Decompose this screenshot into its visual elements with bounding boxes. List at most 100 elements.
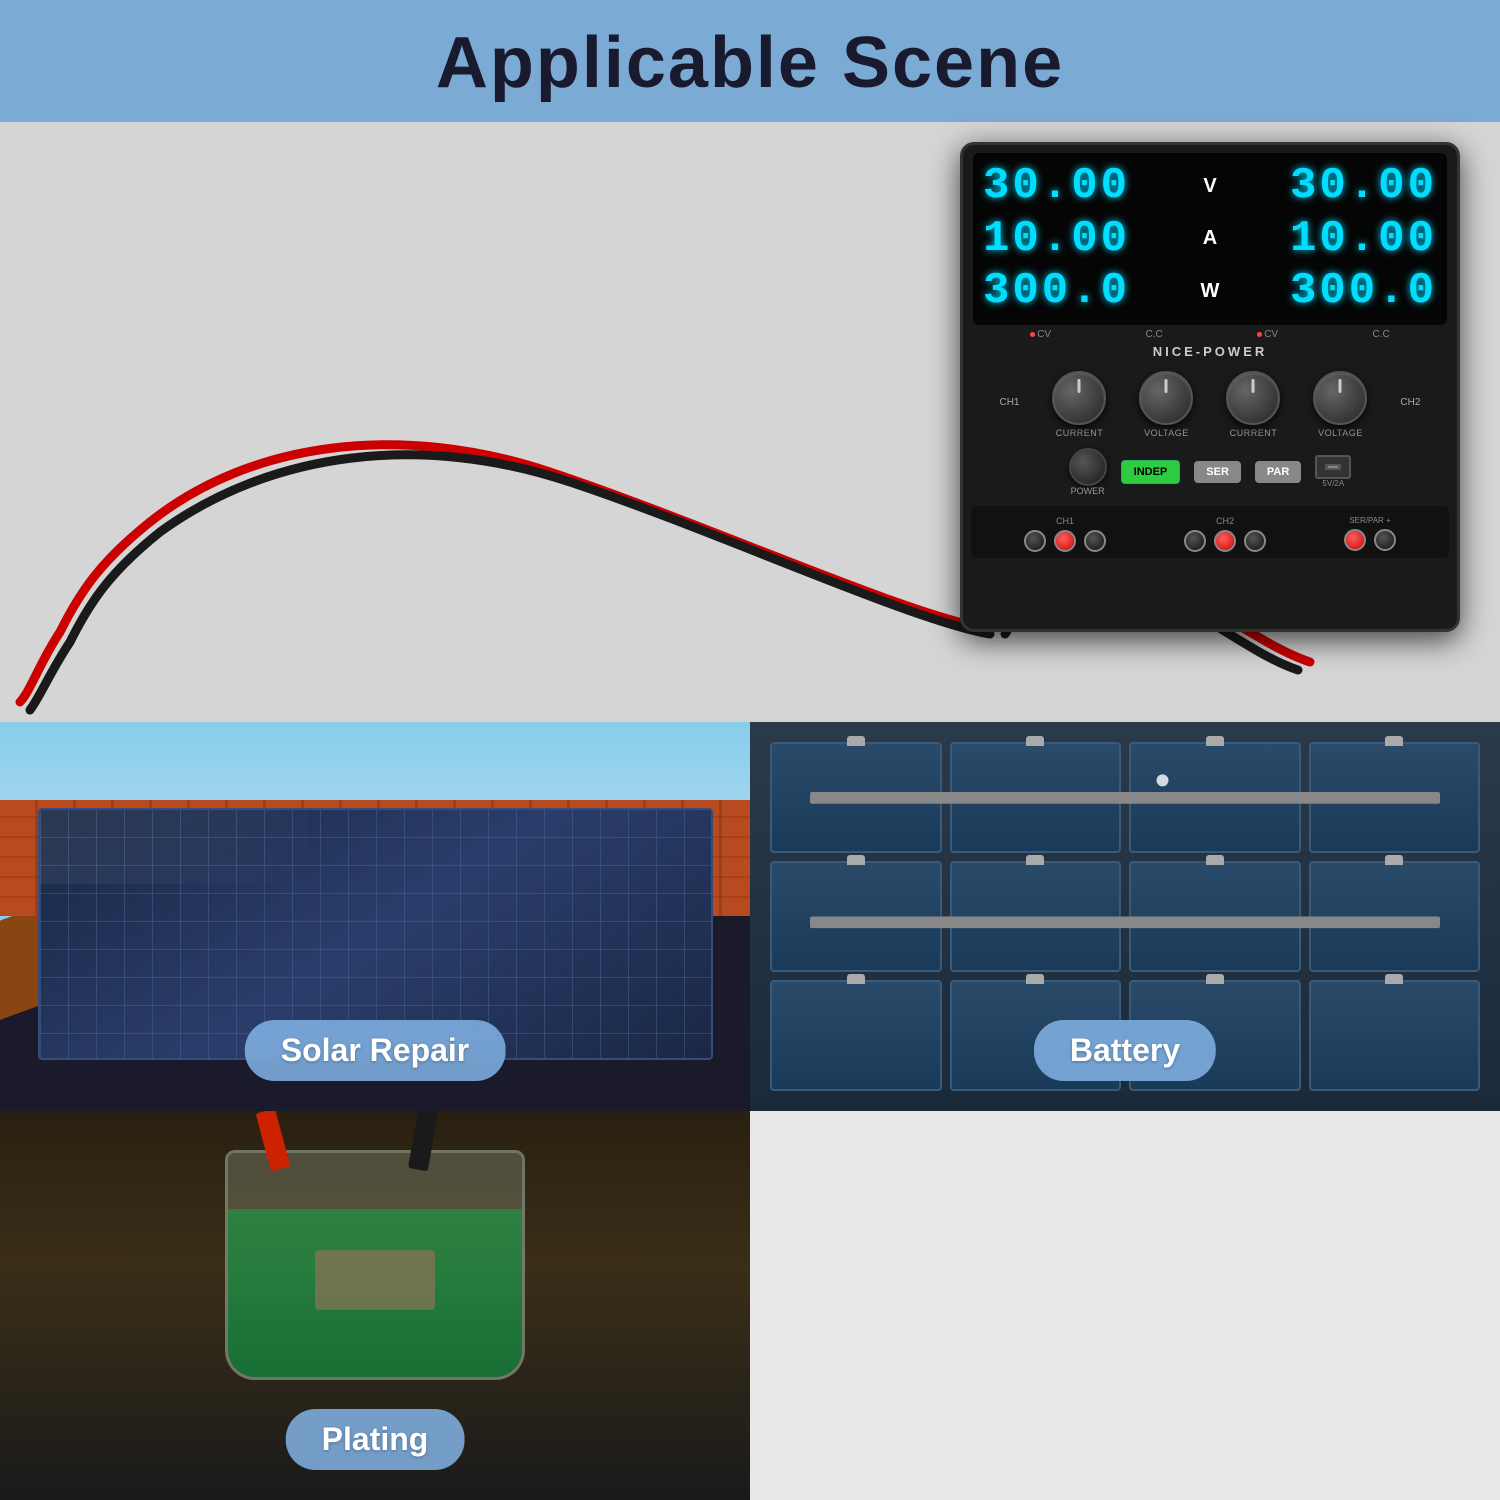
serpar-pos-terminal <box>1344 529 1366 551</box>
ch2-label-group: CH2 <box>1400 397 1420 411</box>
battery-terminal <box>847 736 865 746</box>
battery-cell-8 <box>1309 861 1481 972</box>
ch1-current-display: 10.00 <box>983 214 1195 265</box>
header: Applicable Scene <box>0 0 1500 122</box>
battery-cell-6 <box>950 861 1122 972</box>
ch1-current-knob-group: CURRENT <box>1052 371 1106 438</box>
battery-terminal <box>1026 855 1044 865</box>
ch2-voltage-display: 30.00 <box>1225 161 1437 212</box>
ch1-terminals: CH1 <box>1024 516 1106 552</box>
current-unit: A <box>1197 214 1224 265</box>
ch2-current-knob[interactable] <box>1226 371 1280 425</box>
ch2-terminals: CH2 <box>1184 516 1266 552</box>
watt-unit: W <box>1197 266 1224 317</box>
par-button[interactable]: PAR <box>1255 461 1301 483</box>
battery-cell-3 <box>1129 742 1301 853</box>
display-area: 30.00 V 30.00 10.00 A 10.00 300.0 W 300.… <box>973 153 1447 325</box>
battery-terminal <box>1206 736 1224 746</box>
ch2-current-knob-label: CURRENT <box>1230 428 1278 438</box>
ch2-cc-label: C.C <box>1373 329 1390 340</box>
ch2-voltage-knob-label: VOLTAGE <box>1318 428 1363 438</box>
ch1-cc-label: C.C <box>1146 329 1163 340</box>
battery-terminal <box>1385 974 1403 984</box>
plating-label: Plating <box>286 1409 465 1470</box>
ch1-terminal-group <box>1024 530 1106 552</box>
page-container: Applicable Scene <box>0 0 1500 1500</box>
battery-terminal <box>1206 974 1224 984</box>
battery-terminal <box>847 855 865 865</box>
serpar-neg-terminal <box>1374 529 1396 551</box>
ch2-current-display: 10.00 <box>1225 214 1437 265</box>
brand-label: NICE-POWER <box>963 344 1457 359</box>
page-title: Applicable Scene <box>0 22 1500 104</box>
main-content: 30.00 V 30.00 10.00 A 10.00 300.0 W 300.… <box>0 122 1500 1500</box>
battery-terminal <box>1385 855 1403 865</box>
battery-terminal <box>1026 736 1044 746</box>
ch1-pos-terminal <box>1054 530 1076 552</box>
solar-label: Solar Repair <box>245 1020 506 1081</box>
ch1-neg-terminal <box>1024 530 1046 552</box>
photos-grid: Solar Repair <box>0 722 1500 1500</box>
solar-reflection <box>40 810 308 885</box>
power-label: POWER <box>1071 486 1105 496</box>
battery-scene: Battery <box>750 722 1500 1111</box>
terminals-row: CH1 CH2 <box>971 506 1449 558</box>
ch2-current-knob-group: CURRENT <box>1226 371 1280 438</box>
ch1-voltage-knob[interactable] <box>1139 371 1193 425</box>
battery-cell-4 <box>1309 742 1481 853</box>
plating-container <box>225 1150 525 1380</box>
serpar-label: SER/PAR + <box>1349 516 1390 525</box>
ch1-terminal-label: CH1 <box>1056 516 1074 526</box>
solar-scene: Solar Repair <box>0 722 750 1111</box>
battery-cell-5 <box>770 861 942 972</box>
ch1-voltage-knob-group: VOLTAGE <box>1139 371 1193 438</box>
serpar-terminal-group <box>1344 529 1396 551</box>
ch1-gnd-terminal <box>1084 530 1106 552</box>
voltage-unit: V <box>1197 161 1224 212</box>
serpar-terminals: SER/PAR + <box>1344 516 1396 551</box>
indep-button[interactable]: INDEP <box>1121 460 1181 484</box>
ch1-label-group: CH1 <box>999 397 1019 411</box>
ch2-terminal-group <box>1184 530 1266 552</box>
usb-icon <box>1323 461 1343 473</box>
battery-terminal <box>1385 736 1403 746</box>
ch2-terminal-label: CH2 <box>1216 516 1234 526</box>
battery-cell-2 <box>950 742 1122 853</box>
buttons-row: POWER INDEP SER PAR 5V/2A <box>963 442 1457 502</box>
usb-group: 5V/2A <box>1315 455 1351 488</box>
battery-cell-1 <box>770 742 942 853</box>
ch2-neg-terminal <box>1184 530 1206 552</box>
usb-port <box>1315 455 1351 479</box>
battery-label: Battery <box>1034 1020 1216 1081</box>
ch1-current-knob-label: CURRENT <box>1056 428 1104 438</box>
ch1-cv-label: CV <box>1030 329 1051 340</box>
battery-terminal <box>1206 855 1224 865</box>
ch2-header: CH2 <box>1400 397 1420 408</box>
top-section: 30.00 V 30.00 10.00 A 10.00 300.0 W 300.… <box>0 122 1500 722</box>
battery-cell-12 <box>1309 980 1481 1091</box>
plating-scene: Plating <box>0 1111 750 1500</box>
ch1-current-knob[interactable] <box>1052 371 1106 425</box>
battery-cell-7 <box>1129 861 1301 972</box>
ch1-watt-display: 300.0 <box>983 266 1195 317</box>
battery-terminal <box>1026 974 1044 984</box>
ch2-voltage-knob[interactable] <box>1313 371 1367 425</box>
ch2-watt-display: 300.0 <box>1225 266 1437 317</box>
ch1-header: CH1 <box>999 397 1019 408</box>
ch2-voltage-knob-group: VOLTAGE <box>1313 371 1367 438</box>
cv-cc-row: CV C.C CV C.C <box>963 329 1457 340</box>
plating-electrode <box>315 1250 435 1310</box>
device-panel: 30.00 V 30.00 10.00 A 10.00 300.0 W 300.… <box>960 142 1460 632</box>
ch2-pos-terminal <box>1214 530 1236 552</box>
battery-terminal <box>847 974 865 984</box>
power-group: POWER <box>1069 448 1107 496</box>
ser-button[interactable]: SER <box>1194 461 1241 483</box>
ch1-voltage-knob-label: VOLTAGE <box>1144 428 1189 438</box>
ch2-cv-label: CV <box>1257 329 1278 340</box>
power-knob[interactable] <box>1069 448 1107 486</box>
usb-label: 5V/2A <box>1322 479 1344 488</box>
knobs-row: CH1 CURRENT VOLTAGE CURRENT <box>963 363 1457 442</box>
battery-cell-9 <box>770 980 942 1091</box>
ch1-voltage-display: 30.00 <box>983 161 1195 212</box>
ch2-gnd-terminal <box>1244 530 1266 552</box>
